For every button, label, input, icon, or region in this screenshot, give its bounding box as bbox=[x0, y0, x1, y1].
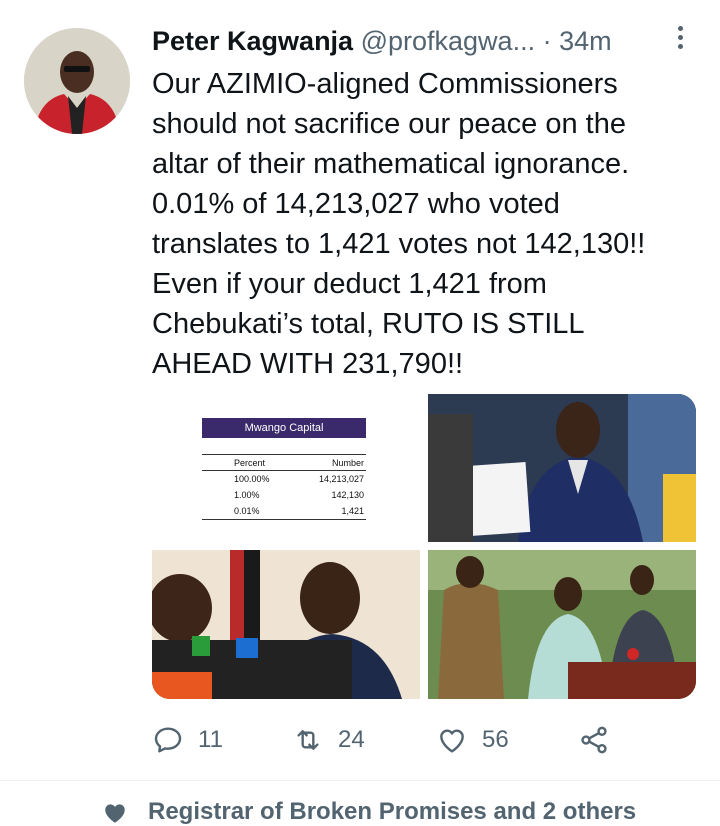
table-row: 1.00% 142,130 bbox=[202, 487, 366, 503]
tweet-text-line: translates to 1,421 votes not 142,130!! bbox=[152, 228, 646, 260]
tweet-text-line: 0.01% of 14,213,027 who voted bbox=[152, 188, 560, 220]
tweet-time[interactable]: 34m bbox=[559, 26, 612, 56]
table-cell: 1.00% bbox=[234, 490, 260, 500]
divider bbox=[0, 780, 720, 781]
media-image-outdoor-briefing[interactable] bbox=[428, 550, 696, 699]
stats-table: Percent Number 100.00% 14,213,027 1.00% … bbox=[202, 454, 366, 520]
table-header-row: Percent Number bbox=[202, 454, 366, 471]
tweet-actions: 11 24 56 bbox=[152, 722, 622, 758]
like-button[interactable]: 56 bbox=[436, 722, 509, 758]
retweet-button[interactable]: 24 bbox=[292, 722, 365, 758]
tweet-text-line: altar of their mathematical ignorance. bbox=[152, 148, 630, 180]
table-header: Percent bbox=[234, 458, 266, 468]
separator-dot: · bbox=[542, 26, 552, 56]
share-button[interactable] bbox=[578, 722, 610, 758]
table-cell: 100.00% bbox=[234, 474, 270, 484]
tweet-header: Peter Kagwanja @profkagwa... · 34m bbox=[152, 26, 690, 62]
author-handle[interactable]: @profkagwa... bbox=[361, 26, 536, 56]
media-image-table[interactable]: Mwango Capital Percent Number 100.00% 14… bbox=[152, 394, 420, 542]
retweet-icon bbox=[297, 730, 319, 750]
tweet-text-line: should not sacrifice our peace on the bbox=[152, 108, 626, 140]
table-cell: 1,421 bbox=[341, 506, 364, 516]
table-header: Number bbox=[331, 458, 364, 468]
table-cell: 0.01% bbox=[234, 506, 260, 516]
table-cell: 142,130 bbox=[331, 490, 364, 500]
liked-by-text: Registrar of Broken Promises and 2 other… bbox=[148, 798, 637, 825]
reply-icon bbox=[154, 727, 182, 753]
tweet-text-line: Chebukati’s total, RUTO IS STILL bbox=[152, 308, 585, 340]
heart-icon bbox=[440, 729, 464, 753]
avatar[interactable] bbox=[24, 28, 130, 134]
avatar-photo bbox=[24, 28, 130, 134]
media-image-press-photo[interactable] bbox=[428, 394, 696, 542]
tweet-text: Our AZIMIO-aligned Commissioners should … bbox=[152, 64, 692, 384]
press-conference-photo bbox=[152, 550, 420, 699]
table-cell: 14,213,027 bbox=[318, 474, 364, 484]
table-title: Mwango Capital bbox=[202, 418, 366, 438]
share-icon bbox=[581, 726, 607, 754]
more-options-icon[interactable] bbox=[674, 26, 686, 56]
reply-count: 11 bbox=[198, 726, 223, 753]
table-row: 100.00% 14,213,027 bbox=[202, 471, 366, 487]
tweet-text-line: Our AZIMIO-aligned Commissioners bbox=[152, 68, 618, 100]
media-image-press-conference[interactable] bbox=[152, 550, 420, 699]
outdoor-briefing-photo bbox=[428, 550, 696, 699]
table-row: 0.01% 1,421 bbox=[202, 503, 366, 520]
like-count: 56 bbox=[482, 726, 509, 753]
retweet-count: 24 bbox=[338, 726, 365, 753]
press-photo bbox=[428, 394, 696, 542]
author-name[interactable]: Peter Kagwanja bbox=[152, 26, 353, 56]
reply-button[interactable]: 11 bbox=[152, 722, 223, 758]
media-grid: Mwango Capital Percent Number 100.00% 14… bbox=[152, 394, 696, 699]
tweet-text-line: Even if your deduct 1,421 from bbox=[152, 268, 547, 300]
tweet-text-line: AHEAD WITH 231,790!! bbox=[152, 348, 464, 380]
